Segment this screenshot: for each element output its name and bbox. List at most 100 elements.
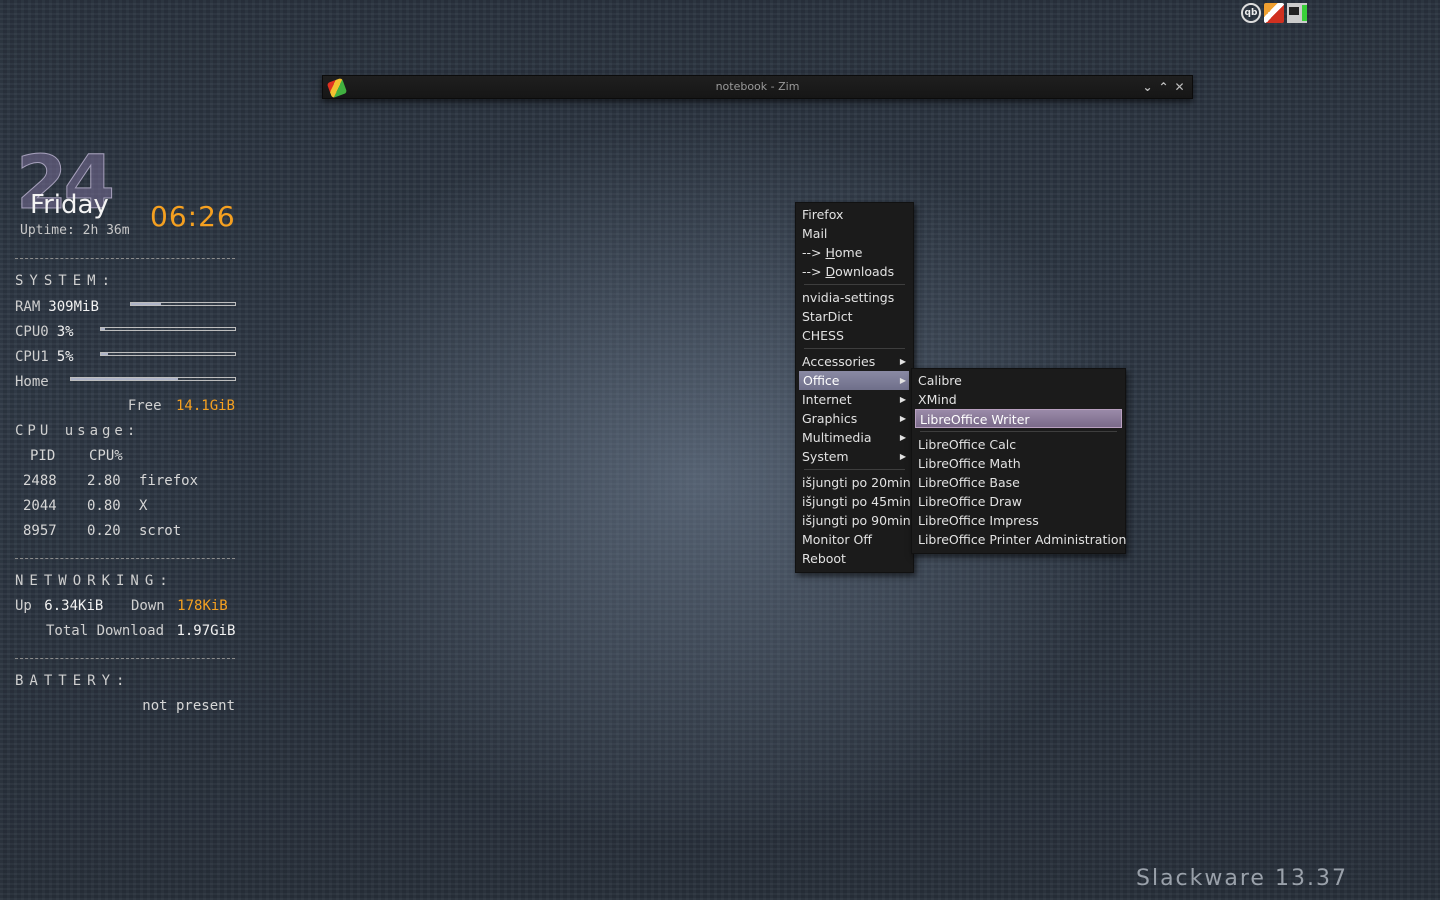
cpu1-bar	[100, 352, 236, 356]
menu-item-nvidia-settings[interactable]: nvidia-settings	[796, 288, 913, 307]
root-menu: Firefox Mail --> Home --> Downloads nvid…	[795, 202, 914, 573]
cpu1-row: CPU1 5%	[15, 348, 237, 366]
free-value: 14.1GiB	[175, 398, 235, 414]
menu-item-downloads[interactable]: --> Downloads	[796, 262, 913, 281]
menu-item-system[interactable]: System ▶	[796, 447, 913, 466]
total-download-value: 1.97GiB	[176, 623, 236, 639]
clock-time: 06:26	[150, 200, 236, 233]
downloads-label-rest: ownloads	[835, 264, 895, 279]
submenu-item-libreoffice-base[interactable]: LibreOffice Base	[912, 473, 1125, 492]
process-pid: 8957	[23, 523, 57, 539]
submenu-item-libreoffice-math[interactable]: LibreOffice Math	[912, 454, 1125, 473]
uptime: Uptime: 2h 36m	[20, 223, 130, 238]
system-heading: SYSTEM:	[15, 273, 117, 289]
total-download-label: Total Download	[46, 623, 165, 639]
submenu-item-calibre[interactable]: Calibre	[912, 371, 1125, 390]
down-value: 178KiB	[177, 598, 228, 614]
menu-separator	[804, 469, 905, 470]
window-controls: ⌄ ⌃ ✕	[1141, 79, 1186, 95]
ram-label: RAM	[15, 299, 41, 315]
upload-row: Up 6.34KiB	[15, 598, 103, 614]
process-cpu: 0.80	[87, 498, 121, 514]
menu-item-internet[interactable]: Internet ▶	[796, 390, 913, 409]
cpu0-bar-fill	[101, 328, 106, 330]
cpu-header: CPU%	[89, 448, 123, 464]
submenu-arrow-icon: ▶	[899, 376, 906, 385]
down-label: Down	[131, 598, 165, 614]
submenu-arrow-icon: ▶	[899, 357, 906, 366]
submenu-arrow-icon: ▶	[899, 395, 906, 404]
submenu-item-libreoffice-writer[interactable]: LibreOffice Writer	[915, 409, 1122, 428]
cpu1-bar-fill	[101, 353, 108, 355]
menu-item-office[interactable]: Office ▶	[799, 371, 909, 390]
menu-item-home[interactable]: --> Home	[796, 243, 913, 262]
home-bar-fill	[71, 378, 178, 380]
battery-status: not present	[142, 698, 235, 714]
close-icon[interactable]: ✕	[1173, 79, 1186, 95]
cpu1-value: 5%	[56, 349, 74, 365]
menu-separator	[804, 284, 905, 285]
multimedia-label: Multimedia	[802, 430, 872, 445]
office-label: Office	[803, 373, 840, 388]
submenu-item-xmind[interactable]: XMind	[912, 390, 1125, 409]
zim-window-titlebar[interactable]: notebook - Zim ⌄ ⌃ ✕	[322, 75, 1193, 99]
submenu-item-libreoffice-impress[interactable]: LibreOffice Impress	[912, 511, 1125, 530]
system-label: System	[802, 449, 849, 464]
cpu0-value: 3%	[56, 324, 74, 340]
cpu1-label: CPU1	[15, 349, 49, 365]
ram-value: 309MiB	[48, 299, 99, 315]
qbittorrent-tray-icon[interactable]: qb	[1241, 3, 1261, 23]
home-accelerator: H	[825, 245, 835, 260]
menu-item-reboot[interactable]: Reboot	[796, 549, 913, 568]
menu-item-stardict[interactable]: StarDict	[796, 307, 913, 326]
minimize-icon[interactable]: ⌄	[1141, 79, 1154, 95]
maximize-icon[interactable]: ⌃	[1157, 79, 1170, 95]
downloads-accelerator: D	[825, 264, 836, 279]
ram-row: RAM 309MiB	[15, 298, 237, 316]
window-title: notebook - Zim	[715, 80, 800, 93]
ram-bar-fill	[131, 303, 162, 305]
menu-item-mail[interactable]: Mail	[796, 224, 913, 243]
menu-item-shutdown-45min[interactable]: išjungti po 45min	[796, 492, 913, 511]
network-tray-icon[interactable]	[1287, 3, 1307, 23]
menu-item-shutdown-20min[interactable]: išjungti po 20min	[796, 473, 913, 492]
process-cpu: 0.20	[87, 523, 121, 539]
menu-item-chess[interactable]: CHESS	[796, 326, 913, 345]
home-row: Home	[15, 373, 237, 391]
menu-item-multimedia[interactable]: Multimedia ▶	[796, 428, 913, 447]
internet-label: Internet	[802, 392, 852, 407]
image-viewer-tray-icon[interactable]	[1264, 3, 1284, 23]
networking-heading: NETWORKING:	[15, 573, 174, 589]
menu-item-accessories[interactable]: Accessories ▶	[796, 352, 913, 371]
battery-heading: BATTERY:	[15, 673, 131, 689]
home-prefix: -->	[802, 245, 826, 260]
process-pid: 2488	[23, 473, 57, 489]
divider	[15, 558, 235, 559]
divider	[15, 258, 235, 259]
home-label: Home	[15, 374, 49, 390]
up-value: 6.34KiB	[44, 598, 104, 614]
menu-item-monitor-off[interactable]: Monitor Off	[796, 530, 913, 549]
ram-bar	[130, 302, 236, 306]
process-name: scrot	[139, 523, 182, 539]
menu-item-shutdown-90min[interactable]: išjungti po 90min	[796, 511, 913, 530]
download-row: Down 178KiB	[131, 598, 228, 614]
office-submenu: Calibre XMind LibreOffice Writer LibreOf…	[911, 368, 1126, 554]
home-disk-bar	[70, 377, 236, 381]
cpu0-row: CPU0 3%	[15, 323, 237, 341]
submenu-item-libreoffice-calc[interactable]: LibreOffice Calc	[912, 435, 1125, 454]
up-label: Up	[15, 598, 32, 614]
cpu0-label: CPU0	[15, 324, 49, 340]
submenu-arrow-icon: ▶	[899, 433, 906, 442]
submenu-item-libreoffice-draw[interactable]: LibreOffice Draw	[912, 492, 1125, 511]
day-name: Friday	[30, 190, 109, 220]
menu-item-firefox[interactable]: Firefox	[796, 205, 913, 224]
home-label-rest: ome	[834, 245, 863, 260]
divider	[15, 658, 235, 659]
menu-item-graphics[interactable]: Graphics ▶	[796, 409, 913, 428]
submenu-item-libreoffice-printer-admin[interactable]: LibreOffice Printer Administration	[912, 530, 1126, 549]
downloads-prefix: -->	[802, 264, 826, 279]
qbittorrent-icon-label: qb	[1244, 8, 1258, 18]
system-tray: qb	[1241, 3, 1307, 23]
process-name: X	[139, 498, 148, 514]
